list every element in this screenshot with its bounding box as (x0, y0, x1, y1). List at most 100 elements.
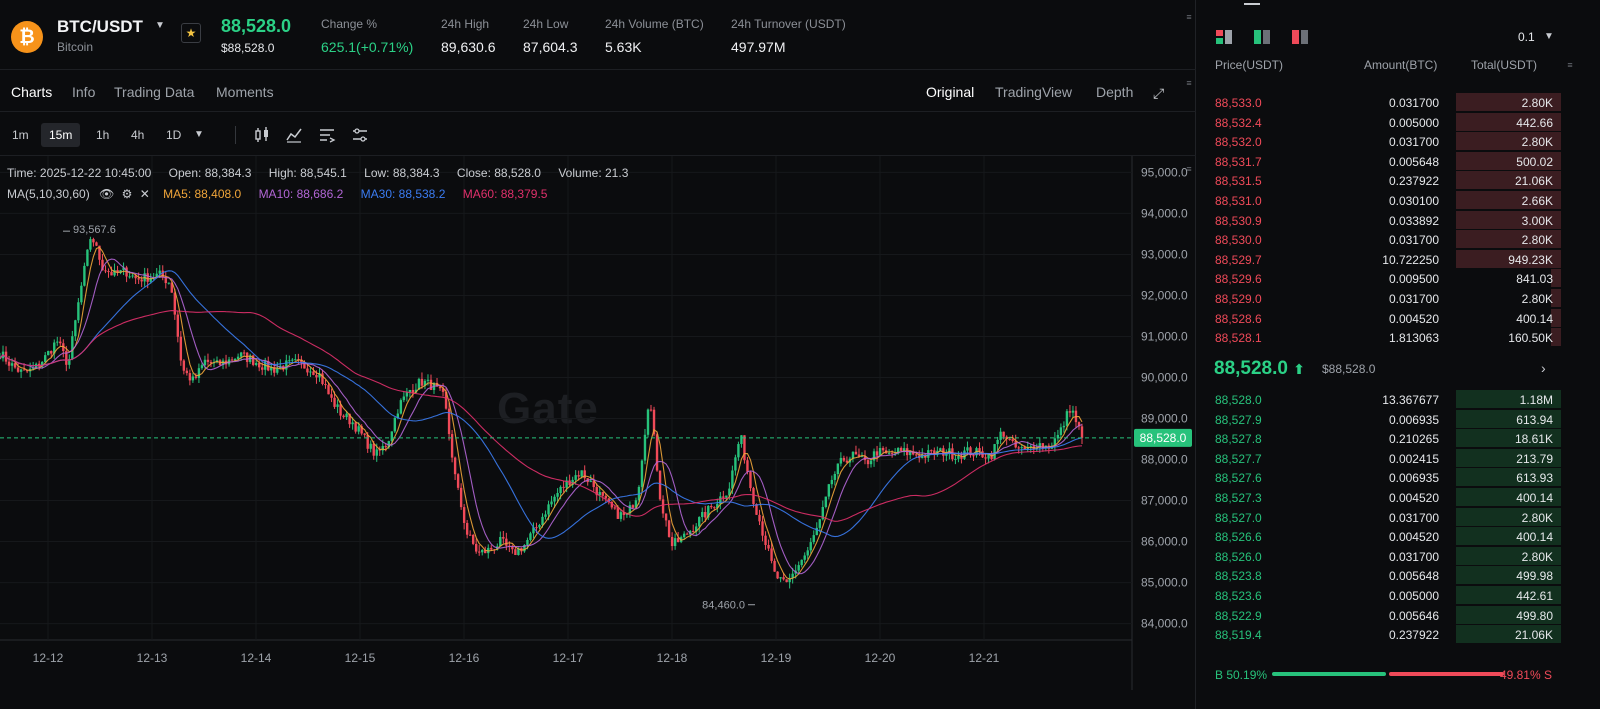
candle-body (176, 314, 180, 337)
ask-row[interactable]: 88,528.6 0.004520 400.14 (1199, 308, 1561, 328)
candle-body (800, 559, 803, 566)
y-tick-label: 86,000.0 (1141, 535, 1188, 549)
tab-depth[interactable]: Depth (1096, 84, 1133, 100)
interval-caret-down-icon[interactable]: ▼ (186, 123, 212, 147)
bid-row[interactable]: 88,522.9 0.005646 499.80 (1199, 605, 1561, 625)
tab-info[interactable]: Info (72, 84, 95, 100)
chevron-right-icon[interactable]: › (1541, 360, 1546, 376)
candle-body (306, 368, 309, 373)
candle-body (393, 417, 397, 432)
candle-body (372, 443, 375, 456)
ask-row[interactable]: 88,531.0 0.030100 2.66K (1199, 190, 1561, 210)
fullscreen-icon[interactable]: ⤢ (1153, 85, 1164, 102)
pair-selector[interactable]: BTC/USDT (57, 17, 143, 37)
scroll-handle-icon[interactable]: ≡ (1184, 12, 1194, 22)
candle-body (701, 512, 704, 518)
bid-row[interactable]: 88,527.6 0.006935 613.93 (1199, 467, 1561, 487)
ask-row[interactable]: 88,531.5 0.237922 21.06K (1199, 170, 1561, 190)
candlestick-icon[interactable] (253, 126, 271, 144)
candle-body (140, 279, 143, 282)
caret-down-icon[interactable]: ▼ (155, 20, 165, 31)
candle-body (749, 471, 752, 489)
favorite-star-icon[interactable]: ★ (181, 23, 201, 43)
candle-body (80, 285, 83, 303)
active-tab-indicator (1244, 3, 1260, 5)
ma-info: MA(5,10,30,60) 👁 ⚙ ✕ MA5: 88,408.0 MA10:… (7, 187, 561, 201)
candlestick-chart[interactable]: Gate 95,000.0 94,000.0 93,000.0 92,000.0 91,… (0, 156, 1196, 690)
bid-row[interactable]: 88,523.8 0.005648 499.98 (1199, 565, 1561, 585)
candle-body (746, 460, 749, 472)
bid-row[interactable]: 88,527.0 0.031700 2.80K (1199, 507, 1561, 527)
candle-body (562, 486, 565, 488)
candle-body (71, 336, 74, 360)
close-icon[interactable]: ✕ (140, 187, 150, 201)
interval-15m[interactable]: 15m (41, 123, 81, 147)
orderbook-asks-view-icon[interactable] (1291, 28, 1309, 46)
tab-tradingview[interactable]: TradingView (995, 84, 1072, 100)
bid-row[interactable]: 88,528.0 13.367677 1.18M (1199, 389, 1561, 409)
candle-body (363, 433, 366, 435)
scroll-handle-icon[interactable]: ≡ (1184, 164, 1194, 174)
order-price: 88,527.0 (1215, 510, 1262, 525)
last-price: 88,528.0 (221, 16, 292, 36)
bid-row[interactable]: 88,526.6 0.004520 400.14 (1199, 526, 1561, 546)
tab-trading-data[interactable]: Trading Data (114, 84, 194, 100)
precision-select[interactable]: 0.1 (1518, 30, 1535, 44)
bid-row[interactable]: 88,519.4 0.237922 21.06K (1199, 624, 1561, 644)
bid-row[interactable]: 88,527.7 0.002415 213.79 (1199, 448, 1561, 468)
bid-row[interactable]: 88,523.6 0.005000 442.61 (1199, 585, 1561, 605)
ohlc-info: Time: 2025-12-22 10:45:00 Open: 88,384.3… (7, 166, 642, 180)
orderbook-bids-view-icon[interactable] (1253, 28, 1271, 46)
chevron-down-icon[interactable]: ▼ (1544, 31, 1554, 42)
ask-row[interactable]: 88,530.9 0.033892 3.00K (1199, 210, 1561, 230)
candle-body (875, 451, 879, 456)
chart-canvas[interactable]: 95,000.0 94,000.0 93,000.0 92,000.0 91,000.0… (0, 156, 1196, 690)
candle-body (257, 363, 261, 368)
tab-moments[interactable]: Moments (216, 84, 274, 100)
candle-body (544, 514, 547, 517)
candle-body (710, 506, 713, 508)
ma30-value: MA30: 88,538.2 (360, 187, 446, 201)
ask-row[interactable]: 88,529.7 10.722250 949.23K (1199, 249, 1561, 269)
tab-charts[interactable]: Charts (11, 84, 52, 100)
layout-icon[interactable] (351, 126, 369, 144)
candle-body (782, 577, 785, 580)
candle-body (182, 360, 186, 371)
interval-1d[interactable]: 1D (158, 123, 189, 147)
interval-1h[interactable]: 1h (88, 123, 117, 147)
indicator-icon[interactable] (285, 126, 303, 144)
ask-row[interactable]: 88,528.1 1.813063 160.50K (1199, 327, 1561, 347)
candle-body (619, 512, 623, 519)
order-price: 88,523.8 (1215, 569, 1262, 584)
gear-icon[interactable]: ⚙ (122, 187, 133, 201)
scroll-handle-icon[interactable]: ≡ (1184, 78, 1194, 88)
settings-icon[interactable] (318, 126, 336, 144)
ask-row[interactable]: 88,531.7 0.005648 500.02 (1199, 151, 1561, 171)
orderbook-both-view-icon[interactable] (1215, 28, 1233, 46)
ask-row[interactable]: 88,532.0 0.031700 2.80K (1199, 131, 1561, 151)
interval-4h[interactable]: 4h (123, 123, 152, 147)
candle-body (276, 368, 279, 373)
ask-row[interactable]: 88,529.6 0.009500 841.03 (1199, 268, 1561, 288)
candle-body (803, 555, 806, 560)
ma5-line (0, 246, 1083, 580)
bid-row[interactable]: 88,526.0 0.031700 2.80K (1199, 546, 1561, 566)
bid-row[interactable]: 88,527.9 0.006935 613.94 (1199, 409, 1561, 429)
stat-label: 24h Turnover (USDT) (731, 17, 846, 31)
bid-row[interactable]: 88,527.3 0.004520 400.14 (1199, 487, 1561, 507)
interval-1m[interactable]: 1m (4, 123, 37, 147)
candle-body (357, 426, 360, 432)
candle-body (291, 359, 294, 361)
ask-row[interactable]: 88,529.0 0.031700 2.80K (1199, 288, 1561, 308)
scroll-handle-icon[interactable]: ≡ (1565, 60, 1575, 70)
candle-body (158, 270, 161, 274)
candle-body (19, 369, 23, 372)
tab-original[interactable]: Original (926, 84, 974, 100)
ask-row[interactable]: 88,533.0 0.031700 2.80K (1199, 92, 1561, 112)
eye-icon[interactable]: 👁 (99, 187, 114, 201)
bid-row[interactable]: 88,527.8 0.210265 18.61K (1199, 428, 1561, 448)
order-price: 88,530.0 (1215, 233, 1262, 248)
ask-row[interactable]: 88,530.0 0.031700 2.80K (1199, 229, 1561, 249)
stat-24h-volume: 24h Volume (BTC) 5.63K (605, 17, 704, 55)
ask-row[interactable]: 88,532.4 0.005000 442.66 (1199, 112, 1561, 132)
